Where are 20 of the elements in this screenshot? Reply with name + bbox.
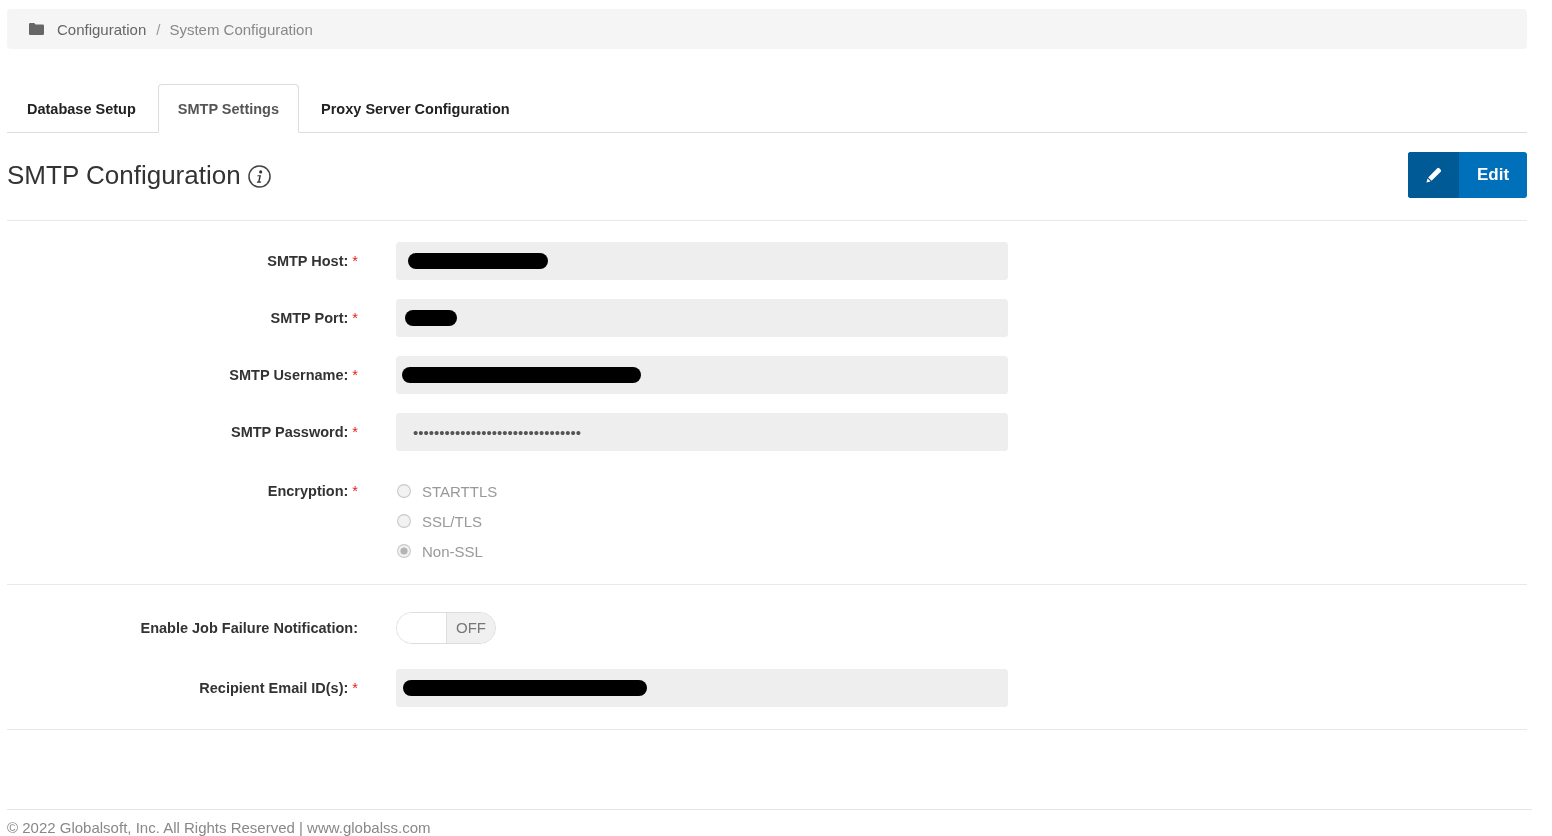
- field-label: Recipient Email ID(s): *: [199, 680, 358, 696]
- tab[interactable]: Database Setup: [7, 84, 156, 133]
- field-label: SMTP Host: *: [267, 253, 358, 269]
- section-title: SMTP Configuration: [7, 159, 241, 191]
- breadcrumb-link[interactable]: System Configuration: [169, 20, 313, 38]
- footer-text: © 2022 Globalsoft, Inc. All Rights Reserved | www.globalss.com: [7, 809, 1532, 836]
- field-label: Enable Job Failure Notification:: [140, 620, 358, 636]
- toggle-switch[interactable]: OFF: [396, 612, 496, 644]
- field-label: Encryption: *: [267, 483, 358, 499]
- tab[interactable]: SMTP Settings: [157, 84, 300, 133]
- tab[interactable]: Proxy Server Configuration: [301, 84, 530, 133]
- edit-button[interactable]: Edit: [1408, 152, 1527, 198]
- field-label: SMTP Port: *: [270, 310, 358, 326]
- breadcrumb-separator: /: [155, 20, 162, 38]
- field-label: SMTP Password: *: [230, 424, 358, 440]
- info-icon[interactable]: [247, 165, 271, 188]
- pencil-icon: [1425, 167, 1442, 183]
- breadcrumb-link[interactable]: Configuration: [57, 20, 147, 38]
- folder-icon: [29, 23, 44, 35]
- field-label: SMTP Username: *: [229, 367, 358, 383]
